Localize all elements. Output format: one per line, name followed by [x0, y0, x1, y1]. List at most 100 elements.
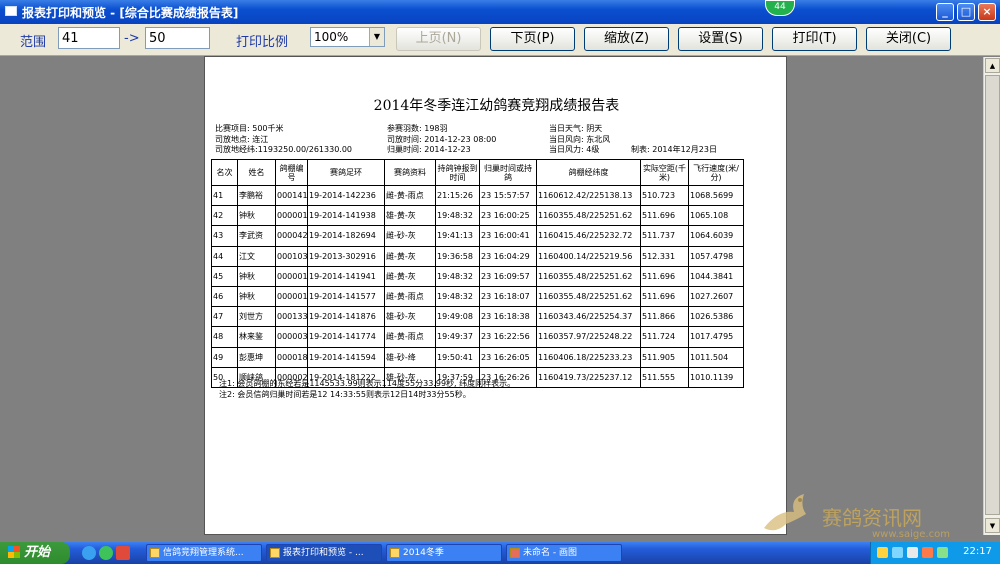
table-cell: 1011.504 [688, 346, 744, 368]
tray-icon[interactable] [922, 547, 933, 558]
tray-icon[interactable] [937, 547, 948, 558]
start-label: 开始 [24, 545, 51, 560]
table-cell: 46 [211, 285, 238, 308]
info-item: 司放地点: 连江 [215, 134, 269, 144]
scroll-up-icon[interactable]: ▲ [985, 58, 1000, 73]
info-item: 司放地经纬:1193250.00/261330.00 [215, 145, 353, 154]
table-cell: 1160400.14/225219.56 [536, 245, 641, 267]
table-cell: 000001 [275, 265, 308, 287]
column-header: 持鸽钟报到时间 [435, 159, 480, 186]
column-header: 赛鸽足环 [307, 159, 385, 186]
table-cell: 512.331 [640, 245, 689, 267]
task-item[interactable]: 2014冬季 [386, 544, 502, 562]
table-cell: 1057.4798 [688, 245, 744, 267]
task-item[interactable]: 未命名 - 画图 [506, 544, 622, 562]
quicklaunch-ie-icon[interactable] [82, 546, 96, 560]
table-row: 45 钟秋 000001 19-2014-141941 雌-黄-灰 19:48:32 23 … [211, 265, 744, 287]
table-cell: 000003 [275, 326, 308, 348]
zoom-button[interactable]: 缩放(Z) [584, 27, 669, 51]
table-cell: 19:50:41 [435, 346, 480, 368]
table-cell: 雌-黄-雨点 [384, 184, 436, 207]
quicklaunch-close-icon[interactable] [116, 546, 130, 560]
table-cell: 19:36:58 [435, 245, 480, 267]
taskbar: 开始 信鸽竞翔管理系统... 报表打印和预览 - ... 2014冬季 未命名 … [0, 542, 1000, 564]
table-cell: 雌-砂-灰 [384, 225, 436, 247]
app-icon [5, 6, 17, 16]
table-cell: 23 16:18:38 [479, 306, 537, 328]
table-cell: 511.724 [640, 326, 689, 348]
scroll-down-icon[interactable]: ▼ [985, 518, 1000, 533]
chevron-down-icon[interactable]: ▼ [369, 28, 384, 46]
table-row: 46 钟秋 000001 19-2014-141577 雌-黄-雨点 19:48:32 23… [211, 285, 744, 308]
table-cell: 23 15:57:57 [479, 184, 537, 207]
note-1: 注1: 会员鸽棚的东经若是1145533.99则表示114度55分33.99秒,… [219, 379, 516, 388]
table-cell: 511.866 [640, 306, 689, 328]
table-cell: 000042 [275, 225, 308, 247]
next-page-button[interactable]: 下页(P) [490, 27, 575, 51]
range-label: 范围 [20, 35, 47, 50]
column-header: 赛鸽资料 [384, 159, 436, 186]
results-table: 名次 姓名 鸽棚编号 赛鸽足环 赛鸽资料 持鸽钟报到时间 归巢时间或持鸽 鸽棚经纬度 实际空距(… [211, 159, 744, 388]
minimize-button[interactable]: _ [936, 3, 954, 21]
app-window-icon [150, 548, 160, 558]
report-title: 2014年冬季连江幼鸽赛竞翔成绩报告表 [373, 98, 620, 114]
table-cell: 1017.4795 [688, 326, 744, 348]
made-date: 制表: 2014年12月23日 [631, 145, 717, 154]
scale-select[interactable]: 100% ▼ [310, 27, 385, 47]
task-item[interactable]: 信鸽竞翔管理系统... [146, 544, 262, 562]
table-row: 47 刘世方 000133 19-2014-141876 雄-砂-灰 19:49:08 23… [211, 306, 744, 328]
start-button[interactable]: 开始 [0, 542, 70, 564]
table-cell: 1026.5386 [688, 306, 744, 328]
table-cell: 1160415.46/225232.72 [536, 225, 641, 247]
range-to-input[interactable] [145, 27, 210, 49]
table-cell: 23 16:09:57 [479, 265, 537, 287]
system-tray: 22:17 [870, 542, 1000, 564]
info-left: 比赛项目: 500千米 司放地点: 连江 司放地经纬:1193250.00/26… [215, 124, 352, 156]
scroll-thumb[interactable] [985, 75, 1000, 515]
note-2: 注2: 会员信鸽归巢时间若是12 14:33:55则表示12日14时33分55秒… [219, 390, 471, 399]
scale-value: 100% [314, 30, 349, 44]
tray-icon[interactable] [907, 547, 918, 558]
print-button[interactable]: 打印(T) [772, 27, 857, 51]
table-cell: 1010.1139 [688, 366, 744, 388]
info-item: 司放时间: 2014-12-23 08:00 [387, 134, 497, 144]
range-arrow: -> [124, 31, 140, 46]
close-button[interactable]: 关闭(C) [866, 27, 951, 51]
table-cell: 江文 [237, 245, 276, 267]
watermark: 赛鸽资讯网 www.saige.com [760, 490, 965, 542]
quicklaunch-app-icon[interactable] [99, 546, 113, 560]
vertical-scrollbar[interactable]: ▲ ▼ [983, 57, 1000, 535]
tray-icon[interactable] [892, 547, 903, 558]
watermark-text: 赛鸽资讯网 [822, 506, 922, 530]
table-cell: 钟秋 [237, 205, 276, 227]
notification-badge[interactable]: 44 [765, 0, 795, 16]
column-header: 姓名 [237, 159, 276, 186]
table-cell: 511.737 [640, 225, 689, 247]
task-item-active[interactable]: 报表打印和预览 - ... [266, 544, 382, 562]
table-cell: 钟秋 [237, 265, 276, 287]
table-cell: 510.723 [640, 184, 689, 207]
tray-icon[interactable] [877, 547, 888, 558]
table-cell: 雌-黄-灰 [384, 245, 436, 267]
table-cell: 511.696 [640, 265, 689, 287]
table-cell: 19:48:32 [435, 205, 480, 227]
table-cell: 000001 [275, 285, 308, 308]
table-cell: 1160355.48/225251.62 [536, 205, 641, 227]
paint-icon [510, 548, 520, 558]
table-cell: 000133 [275, 306, 308, 328]
settings-button[interactable]: 设置(S) [678, 27, 763, 51]
table-cell: 1027.2607 [688, 285, 744, 308]
info-item: 当日风向: 东北风 [549, 134, 611, 144]
table-cell: 511.696 [640, 205, 689, 227]
table-cell: 李武资 [237, 225, 276, 247]
range-from-input[interactable] [58, 27, 120, 49]
maximize-button[interactable]: □ [957, 3, 975, 21]
table-cell: 李鹏裕 [237, 184, 276, 207]
prev-page-button[interactable]: 上页(N) [396, 27, 481, 51]
scale-label: 打印比例 [236, 35, 289, 50]
table-cell: 41 [211, 184, 238, 207]
close-window-button[interactable]: × [978, 3, 996, 21]
table-cell: 1064.6039 [688, 225, 744, 247]
table-cell: 19-2013-302916 [307, 245, 385, 267]
table-cell: 000001 [275, 205, 308, 227]
